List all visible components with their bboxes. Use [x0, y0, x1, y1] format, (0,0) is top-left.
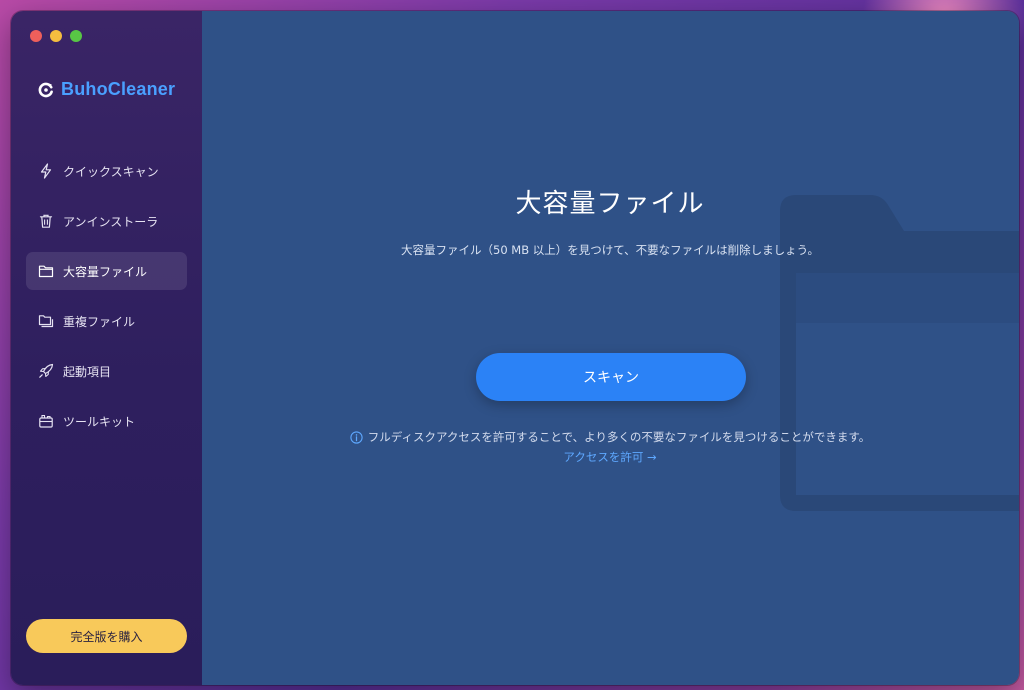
full-disk-access-notice: フルディスクアクセスを許可することで、より多くの不要なファイルを見つけることがで… — [202, 429, 1018, 445]
allow-access-link-row: アクセスを許可 → — [202, 449, 1018, 465]
app-window: BuhoCleaner クイックスキャン アンインストーラ 大容量ファイル 重複… — [11, 11, 1019, 685]
app-name: BuhoCleaner — [61, 79, 176, 99]
brand: BuhoCleaner — [38, 79, 175, 100]
sidebar-item-toolkit[interactable]: ツールキット — [26, 402, 187, 440]
scan-button[interactable]: スキャン — [476, 353, 746, 401]
sidebar-item-startup-items[interactable]: 起動項目 — [26, 352, 187, 390]
sidebar-item-label: クイックスキャン — [63, 164, 159, 179]
info-icon — [350, 430, 363, 444]
notice-text: フルディスクアクセスを許可することで、より多くの不要なファイルを見つけることがで… — [367, 430, 871, 444]
page-title: 大容量ファイル — [515, 189, 705, 219]
rocket-icon — [38, 363, 54, 379]
zoom-window-button[interactable] — [70, 30, 82, 42]
main-panel: 大容量ファイル 大容量ファイル（50 MB 以上）を見つけて、不要なファイルは削… — [202, 11, 1019, 685]
sidebar-item-label: アンインストーラ — [63, 214, 159, 229]
page-subtitle: 大容量ファイル（50 MB 以上）を見つけて、不要なファイルは削除しましょう。 — [401, 243, 819, 257]
duplicate-folder-icon — [38, 313, 54, 329]
buho-logo-icon — [38, 82, 53, 97]
sidebar-item-label: 大容量ファイル — [63, 264, 148, 279]
window-controls — [30, 30, 82, 42]
sidebar-item-label: 重複ファイル — [63, 314, 136, 329]
toolkit-icon — [38, 413, 54, 429]
allow-access-link[interactable]: アクセスを許可 → — [563, 450, 656, 464]
lightning-icon — [38, 163, 54, 179]
close-window-button[interactable] — [30, 30, 42, 42]
folder-icon — [38, 263, 54, 279]
sidebar-item-large-files[interactable]: 大容量ファイル — [26, 252, 187, 290]
sidebar-item-quick-scan[interactable]: クイックスキャン — [26, 152, 187, 190]
sidebar: BuhoCleaner クイックスキャン アンインストーラ 大容量ファイル 重複… — [11, 11, 202, 685]
minimize-window-button[interactable] — [50, 30, 62, 42]
sidebar-item-label: 起動項目 — [63, 364, 112, 379]
sidebar-item-label: ツールキット — [63, 414, 136, 429]
sidebar-item-uninstaller[interactable]: アンインストーラ — [26, 202, 187, 240]
trash-icon — [38, 213, 54, 229]
buy-full-version-button[interactable]: 完全版を購入 — [26, 619, 187, 653]
sidebar-item-duplicate-files[interactable]: 重複ファイル — [26, 302, 187, 340]
sidebar-nav: クイックスキャン アンインストーラ 大容量ファイル 重複ファイル 起動項目 ツー… — [26, 152, 187, 452]
